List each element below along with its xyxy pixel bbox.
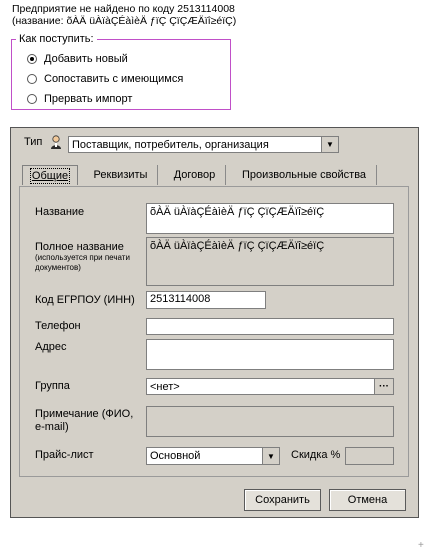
code-field[interactable]: 2513114008: [146, 291, 266, 309]
radio-abort-import[interactable]: Прервать импорт: [27, 92, 132, 106]
save-button[interactable]: Сохранить: [244, 489, 321, 511]
group-select[interactable]: <нет> ···: [146, 378, 394, 395]
radio-label: Прервать импорт: [44, 93, 133, 105]
radio-label: Добавить новый: [44, 53, 128, 65]
tab-custom-properties[interactable]: Произвольные свойства: [232, 165, 377, 185]
phone-field[interactable]: [146, 318, 394, 335]
type-label: Тип: [24, 136, 43, 148]
radio-label: Сопоставить с имеющимся: [44, 73, 184, 85]
pricelist-select-value: Основной: [150, 450, 201, 462]
person-icon: [48, 134, 64, 150]
not-found-line: Предприятие не найдено по коду 251311400…: [12, 3, 235, 15]
address-field[interactable]: [146, 339, 394, 370]
chevron-down-icon[interactable]: ▼: [321, 137, 338, 152]
tab-requisites-label: Реквизиты: [93, 169, 148, 181]
tab-contract-label: Договор: [173, 169, 216, 181]
radio-add-new[interactable]: Добавить новый: [27, 52, 128, 66]
full-name-field[interactable]: õÀÄ üÀïàÇÉàìèÄ ƒïÇ ÇïÇÆÄïî≥éïÇ: [146, 237, 394, 286]
type-select[interactable]: Поставщик, потребитель, организация ▼: [68, 136, 339, 153]
resize-grip-icon[interactable]: +: [418, 540, 424, 551]
name-label: Название: [35, 206, 85, 218]
how-to-proceed-legend: Как поступить:: [16, 33, 97, 45]
type-select-value: Поставщик, потребитель, организация: [72, 138, 269, 151]
tab-general-label: Общие: [29, 167, 71, 184]
discount-label: Скидка %: [291, 449, 341, 461]
group-select-value: <нет>: [150, 380, 180, 393]
note-field[interactable]: [146, 406, 394, 437]
radio-button-checked[interactable]: [27, 54, 37, 64]
radio-button[interactable]: [27, 94, 37, 104]
phone-label: Телефон: [35, 320, 81, 332]
tab-general[interactable]: Общие: [22, 165, 78, 185]
cancel-button[interactable]: Отмена: [329, 489, 406, 511]
radio-match-existing[interactable]: Сопоставить с имеющимся: [27, 72, 183, 86]
full-name-label-text: Полное название: [35, 241, 124, 253]
chevron-down-icon[interactable]: ▼: [262, 448, 279, 464]
name-field[interactable]: õÀÄ üÀïàÇÉàìèÄ ƒïÇ ÇïÇÆÄïî≥éïÇ: [146, 203, 394, 234]
ellipsis-icon[interactable]: ···: [374, 379, 393, 394]
tab-strip: Общие Реквизиты Договор Произвольные сво…: [22, 165, 382, 185]
pricelist-select[interactable]: Основной ▼: [146, 447, 280, 465]
not-found-message: Предприятие не найдено по коду 251311400…: [12, 3, 236, 27]
group-label: Группа: [35, 380, 70, 392]
tab-requisites[interactable]: Реквизиты: [84, 165, 158, 185]
tab-contract[interactable]: Договор: [164, 165, 226, 185]
discount-field[interactable]: [345, 447, 394, 465]
full-name-hint: (используется при печати документов): [35, 253, 130, 272]
note-label: Примечание (ФИО, e-mail): [35, 408, 134, 433]
company-name-line: (название: õÀÄ üÀïàÇÉàìèÄ ƒïÇ ÇïÇÆÄïî≥éï…: [12, 15, 237, 27]
full-name-label: Полное название (используется при печати…: [35, 241, 131, 273]
tab-custom-properties-label: Произвольные свойства: [241, 169, 367, 181]
pricelist-label: Прайс-лист: [35, 449, 94, 461]
radio-button[interactable]: [27, 74, 37, 84]
code-label: Код ЕГРПОУ (ИНН): [35, 294, 135, 306]
address-label: Адрес: [35, 341, 67, 353]
